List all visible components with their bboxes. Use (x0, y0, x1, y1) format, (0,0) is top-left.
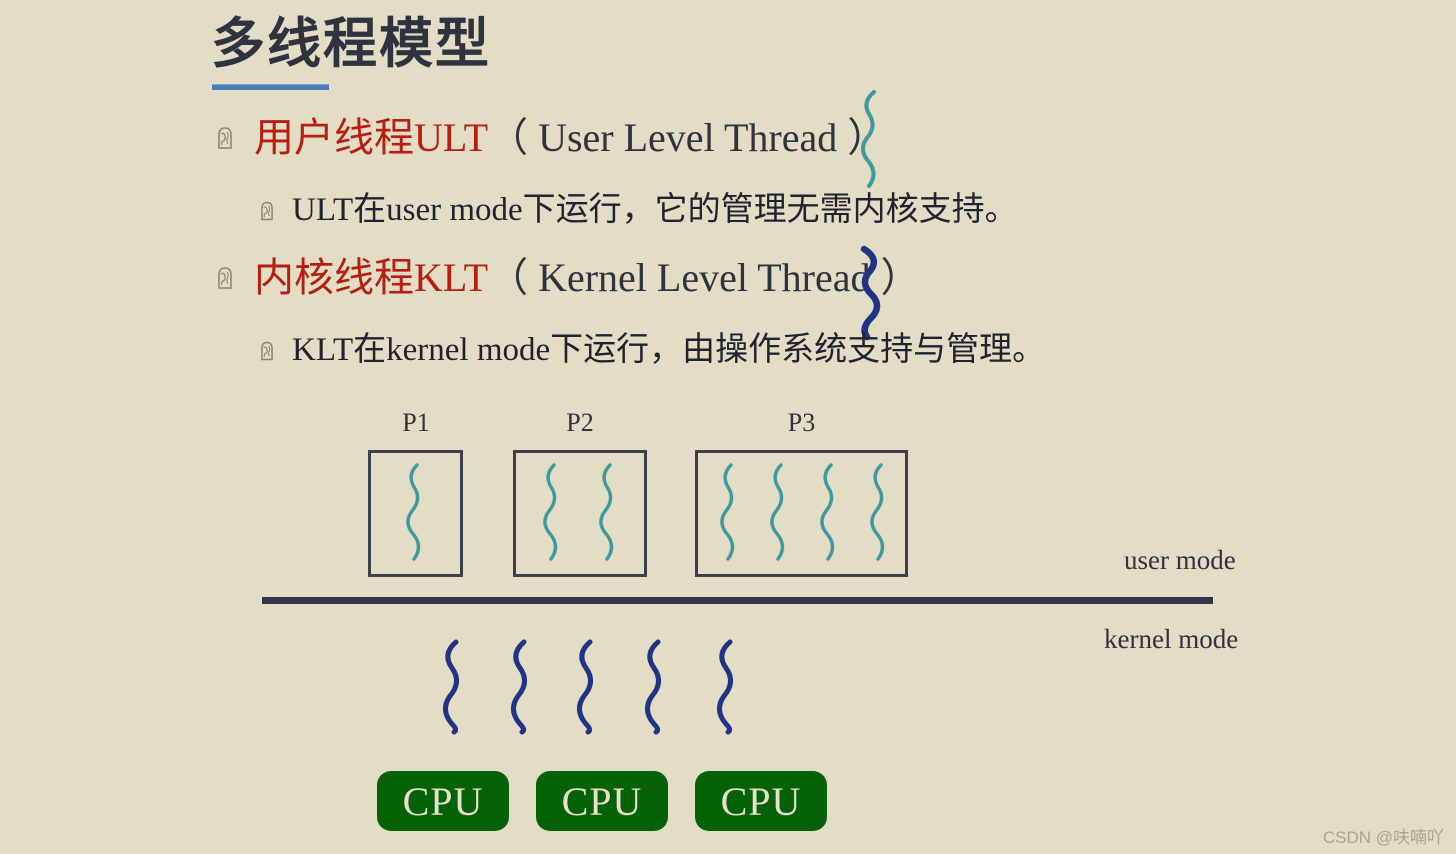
process-box-p2 (513, 450, 647, 577)
kernel-threads-group (443, 639, 733, 735)
bullet-ult-detail-text: ULT在user mode下运行，它的管理无需内核支持。 (292, 192, 1018, 228)
user-mode-label: user mode (1124, 545, 1236, 575)
csdn-watermark: CSDN @呋喃吖 (1322, 828, 1444, 847)
bullet-ult-label-cn: 用户线程ULT (254, 115, 489, 160)
kernel-thread-squiggle (860, 245, 881, 341)
kernel-mode-label: kernel mode (1104, 624, 1239, 654)
bullet-klt: 内核线程KLT （ Kernel Level Thread ） (212, 258, 921, 298)
process-box-p3 (695, 450, 908, 577)
bullet-ult-label-en: （ User Level Thread ） (488, 115, 888, 160)
cpu-label-1: CPU (402, 778, 484, 824)
bullet-ult-detail: ULT在user mode下运行，它的管理无需内核支持。 (256, 194, 1018, 227)
title-underline-rule (212, 84, 329, 90)
bullet-klt-detail: KLT在kernel mode下运行，由操作系统支持与管理。 (256, 334, 1045, 367)
process-label-p2: P2 (566, 408, 594, 437)
user-kernel-boundary-line (262, 597, 1213, 604)
thinking-head-icon (256, 340, 278, 362)
cpu-label-3: CPU (720, 778, 802, 824)
thinking-head-icon (212, 265, 238, 291)
page-title: 多线程模型 (211, 14, 491, 74)
bullet-klt-label-cn: 内核线程KLT (254, 255, 489, 300)
process-label-p1: P1 (402, 408, 430, 437)
cpu-box-3[interactable]: CPU (695, 771, 827, 831)
bullet-ult: 用户线程ULT （ User Level Thread ） (212, 118, 887, 158)
thinking-head-icon (212, 125, 238, 151)
thinking-head-icon (256, 200, 278, 222)
process-p1-threads (406, 463, 421, 561)
user-thread-squiggle (861, 90, 876, 188)
bullet-klt-detail-text: KLT在kernel mode下运行，由操作系统支持与管理。 (292, 332, 1046, 368)
process-p2-threads (543, 463, 614, 561)
process-p3-threads (720, 463, 885, 561)
cpu-label-2: CPU (561, 778, 643, 824)
process-label-p3: P3 (787, 408, 816, 437)
cpu-box-2[interactable]: CPU (536, 771, 668, 831)
cpu-box-1[interactable]: CPU (377, 771, 509, 831)
process-box-p1 (368, 450, 463, 577)
slide-canvas: 多线程模型 用户线程ULT （ User Level Thread ） ULT在… (0, 0, 1456, 854)
